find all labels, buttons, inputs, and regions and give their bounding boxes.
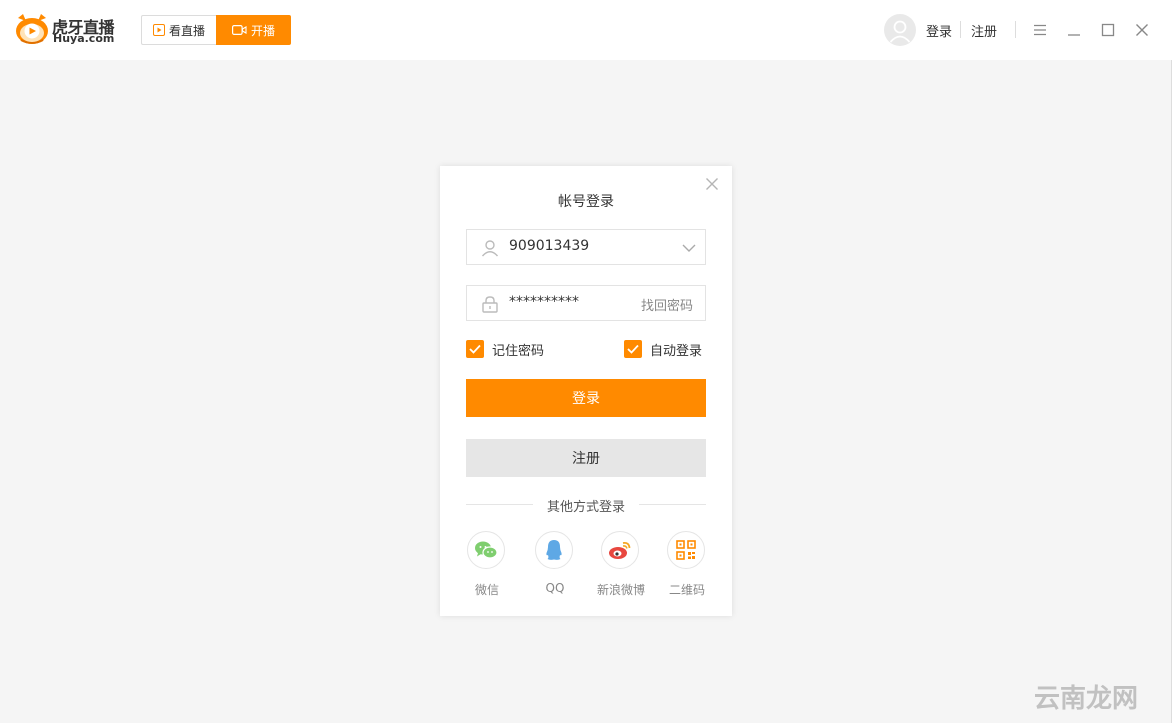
video-camera-icon (231, 24, 247, 36)
logo-subtext: Huya.com (53, 32, 115, 45)
login-button[interactable]: 登录 (466, 379, 706, 417)
other-login-methods-label: 其他方式登录 (546, 500, 625, 515)
checkbox-checked[interactable] (466, 340, 484, 358)
header-separator (960, 21, 961, 38)
lock-icon (482, 296, 498, 313)
register-button[interactable]: 注册 (466, 439, 706, 477)
weibo-icon-circle (601, 531, 639, 569)
password-value: ********** (509, 294, 579, 310)
title-bar: 虎牙直播 Huya.com 看直播 开播 登录 注册 (0, 0, 1172, 60)
wechat-icon (475, 541, 498, 559)
checkmark-icon (469, 344, 481, 354)
mode-tabs: 看直播 开播 (141, 15, 291, 45)
watermark: 云南龙网 (1034, 684, 1139, 714)
minimize-icon (1068, 34, 1080, 36)
checkmark-icon (627, 344, 639, 354)
chevron-down-icon[interactable] (681, 240, 697, 256)
wechat-icon-circle (467, 531, 505, 569)
maximize-icon (1101, 23, 1115, 37)
tab-start-stream-label: 开播 (250, 23, 275, 38)
play-icon (152, 24, 165, 36)
close-window-button[interactable] (1130, 18, 1154, 42)
close-icon (1136, 24, 1148, 36)
tab-watch-live-label: 看直播 (168, 23, 205, 38)
tab-start-stream[interactable]: 开播 (216, 15, 291, 45)
user-avatar-icon (889, 20, 911, 43)
qq-icon (546, 540, 562, 560)
password-field[interactable]: ********** 找回密码 (466, 285, 706, 321)
login-dialog: 帐号登录 909013439 ********** 找回密码 记住密码 自动登录… (440, 166, 732, 616)
social-label: 二维码 (668, 583, 705, 597)
header-register-link[interactable]: 注册 (971, 21, 997, 40)
checkbox-checked[interactable] (624, 340, 642, 358)
auto-login-label: 自动登录 (650, 343, 703, 359)
maximize-button[interactable] (1096, 18, 1120, 42)
avatar[interactable] (884, 14, 916, 46)
weibo-login-button[interactable]: 新浪微博 (591, 531, 651, 601)
forgot-password-link[interactable]: 找回密码 (641, 295, 693, 314)
divider (639, 504, 706, 505)
social-label: QQ (545, 581, 565, 595)
weibo-icon (609, 541, 631, 559)
menu-button[interactable] (1028, 18, 1052, 42)
tab-watch-live[interactable]: 看直播 (141, 15, 216, 45)
huya-tiger-icon (16, 14, 48, 44)
header-separator (1015, 21, 1016, 38)
account-field[interactable]: 909013439 (466, 229, 706, 265)
user-icon (481, 240, 499, 257)
header-login-link[interactable]: 登录 (926, 21, 952, 40)
close-icon (706, 178, 718, 190)
wechat-login-button[interactable]: 微信 (457, 531, 517, 601)
social-label: 微信 (474, 583, 499, 597)
huya-logo[interactable]: 虎牙直播 Huya.com (14, 12, 124, 48)
social-label: 新浪微博 (596, 583, 645, 597)
minimize-button[interactable] (1062, 18, 1086, 42)
qrcode-icon-circle (667, 531, 705, 569)
auto-login-checkbox[interactable]: 自动登录 (624, 340, 703, 359)
account-value: 909013439 (509, 238, 590, 254)
remember-password-label: 记住密码 (492, 343, 545, 359)
remember-password-checkbox[interactable]: 记住密码 (466, 340, 545, 359)
qq-icon-circle (535, 531, 573, 569)
qrcode-login-button[interactable]: 二维码 (657, 531, 717, 601)
menu-icon (1034, 24, 1046, 36)
qq-login-button[interactable]: QQ (525, 531, 585, 601)
dialog-title: 帐号登录 (558, 194, 614, 210)
qrcode-icon (676, 540, 696, 560)
